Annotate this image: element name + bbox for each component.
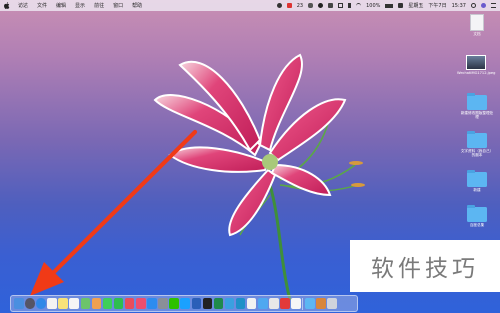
app-icon[interactable] bbox=[224, 298, 235, 309]
music-icon[interactable] bbox=[136, 298, 146, 309]
desktop-item-label: 百度总集 bbox=[469, 223, 485, 227]
maps-icon[interactable] bbox=[80, 298, 91, 309]
menu-extras: 23 100% 星期五 下午7日 15:37 bbox=[276, 2, 496, 9]
menu-bar: 访达 文件 编辑 显示 前往 窗口 帮助 23 100% 星期五 下午7日 15… bbox=[0, 0, 500, 11]
desktop-item-image[interactable]: WechatIMG1712.jpeg bbox=[457, 55, 495, 75]
battery-icon[interactable] bbox=[385, 3, 394, 8]
paperplane-icon[interactable] bbox=[258, 298, 268, 309]
folder-icon bbox=[467, 169, 487, 187]
desktop-item-label: 新建 bbox=[473, 188, 481, 192]
status-app-icon-2[interactable] bbox=[286, 3, 292, 8]
folder-icon bbox=[467, 92, 487, 110]
menu-view[interactable]: 显示 bbox=[75, 2, 85, 9]
qq-icon[interactable] bbox=[318, 3, 324, 8]
desktop-item-label: 新建修改图版整理处理 bbox=[460, 111, 494, 119]
app-icon-4[interactable] bbox=[269, 298, 279, 309]
menu-help[interactable]: 帮助 bbox=[132, 2, 142, 9]
clock-day[interactable]: 星期五 bbox=[408, 2, 423, 9]
desktop-item-documents[interactable]: 文档 bbox=[460, 14, 494, 36]
desktop-item-label: WechatIMG1712.jpeg bbox=[457, 71, 496, 75]
airplay-icon[interactable] bbox=[338, 3, 344, 8]
notification-center-icon[interactable] bbox=[491, 3, 496, 8]
bluetooth-icon[interactable] bbox=[348, 3, 352, 8]
search-icon[interactable] bbox=[471, 3, 476, 8]
terminal-icon[interactable] bbox=[202, 298, 213, 309]
clock-time[interactable]: 15:37 bbox=[452, 3, 466, 9]
wifi-icon[interactable] bbox=[356, 2, 362, 9]
desktop-item-label: 文档 bbox=[473, 32, 481, 36]
excel-icon[interactable] bbox=[213, 298, 224, 309]
desktop-item-folder-3[interactable]: 新建 bbox=[460, 169, 494, 192]
image-thumbnail-icon bbox=[466, 55, 486, 70]
menu-file[interactable]: 文件 bbox=[37, 2, 47, 9]
folder-icon[interactable] bbox=[305, 298, 315, 309]
status-count[interactable]: 23 bbox=[297, 3, 303, 9]
settings-icon[interactable] bbox=[316, 298, 326, 309]
menu-edit[interactable]: 编辑 bbox=[56, 2, 66, 9]
reminders-icon[interactable] bbox=[69, 298, 79, 309]
menu-finder[interactable]: 访达 bbox=[18, 2, 28, 9]
clock-date[interactable]: 下午7日 bbox=[428, 2, 446, 9]
wps-icon[interactable] bbox=[280, 298, 290, 309]
siri-icon[interactable] bbox=[481, 3, 486, 8]
dock bbox=[10, 295, 358, 312]
status-app-icon[interactable] bbox=[276, 3, 282, 8]
menu-window[interactable]: 窗口 bbox=[113, 2, 123, 9]
desktop-item-folder-4[interactable]: 百度总集 bbox=[460, 204, 494, 227]
folder-icon bbox=[467, 204, 487, 222]
news-icon[interactable] bbox=[124, 298, 135, 309]
calendar-icon[interactable] bbox=[47, 298, 57, 309]
finder-icon[interactable] bbox=[14, 298, 24, 309]
launchpad-icon[interactable] bbox=[25, 298, 35, 309]
folder-icon bbox=[467, 130, 487, 148]
input-source-icon[interactable] bbox=[398, 3, 404, 8]
photos-icon[interactable] bbox=[91, 298, 102, 309]
desktop-item-label: 文字资料（我自己）的副本 bbox=[460, 149, 494, 157]
cloud-icon[interactable] bbox=[308, 3, 314, 8]
trash-icon[interactable] bbox=[327, 298, 337, 309]
desktop-item-folder-2[interactable]: 文字资料（我自己）的副本 bbox=[460, 130, 494, 157]
apple-icon[interactable] bbox=[4, 2, 10, 9]
preferences-icon[interactable] bbox=[158, 298, 168, 309]
app-icon-2[interactable] bbox=[235, 298, 246, 309]
dock-separator bbox=[302, 297, 304, 310]
app-icon-5[interactable] bbox=[291, 298, 301, 309]
appstore-icon[interactable] bbox=[147, 298, 157, 309]
word-icon[interactable] bbox=[191, 298, 201, 309]
document-icon bbox=[470, 14, 484, 31]
app-icon-3[interactable] bbox=[246, 298, 257, 309]
notes-icon[interactable] bbox=[58, 298, 68, 309]
battery-percent[interactable]: 100% bbox=[366, 3, 380, 9]
safari-icon[interactable] bbox=[36, 298, 46, 309]
wechat-icon[interactable] bbox=[328, 3, 334, 8]
facetime-icon[interactable] bbox=[113, 298, 124, 309]
wechat-icon[interactable] bbox=[169, 298, 179, 309]
messages-icon[interactable] bbox=[102, 298, 113, 309]
desktop-item-folder-1[interactable]: 新建修改图版整理处理 bbox=[460, 92, 494, 119]
watermark: 软件技巧 bbox=[350, 240, 500, 292]
wallpaper-flower bbox=[153, 53, 365, 300]
qq-icon[interactable] bbox=[180, 298, 190, 309]
menu-go[interactable]: 前往 bbox=[94, 2, 104, 9]
